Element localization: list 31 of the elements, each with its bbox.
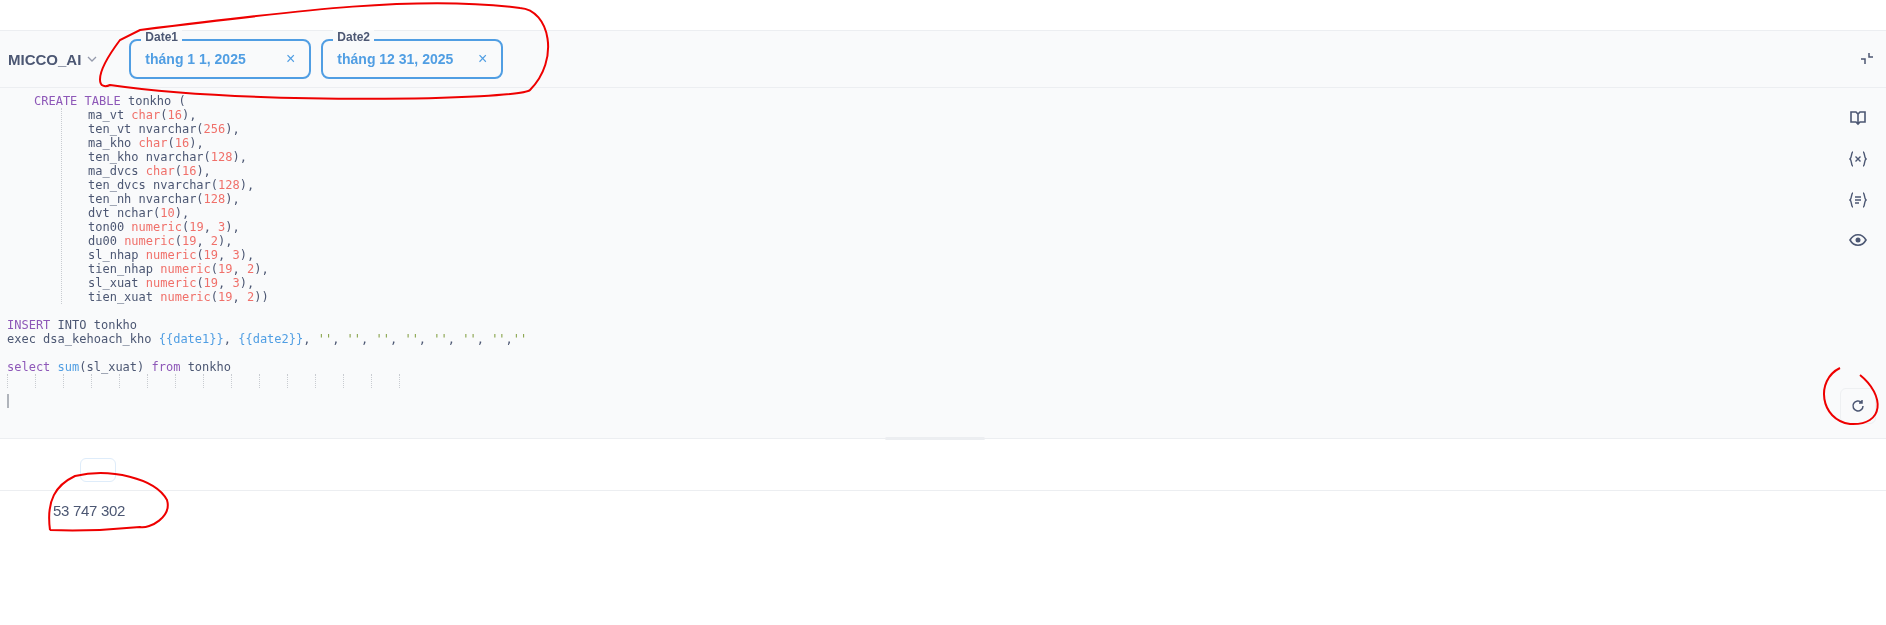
code-line: tien_nhap numeric(19, 2), <box>88 262 270 276</box>
code-line: ten_kho nvarchar(128), <box>88 150 248 164</box>
chevron-down-icon <box>87 56 98 62</box>
refresh-button[interactable] <box>1840 388 1876 424</box>
code-line: INSERT INTO tonkho <box>7 318 139 332</box>
code-line: sl_nhap numeric(19, 3), <box>88 248 256 262</box>
code-line: tien_xuat numeric(19, 2)) <box>88 290 270 304</box>
result-value: 53 747 302 <box>52 501 127 519</box>
code-line: ton00 numeric(19, 3), <box>88 220 241 234</box>
code-line: ten_vt nvarchar(256), <box>88 122 241 136</box>
clear-button[interactable]: × <box>478 50 488 68</box>
code-line: exec dsa_kehoach_kho {{date1}}, {{date2}}, '', '', '', '', '', '', '','' <box>7 332 529 346</box>
code-line: dvt nchar(10), <box>88 206 191 220</box>
field-label: Date1 <box>141 30 183 44</box>
date-value: tháng 1 1, 2025 <box>145 51 246 67</box>
refresh-icon <box>1851 399 1865 413</box>
code-line: ma_dvcs char(16), <box>88 164 212 178</box>
field-label: Date2 <box>333 30 375 44</box>
database-picker[interactable]: MICCO_AI <box>8 50 98 68</box>
code-line: ma_vt char(16), <box>88 108 198 122</box>
toggle-button[interactable] <box>80 457 116 482</box>
text-cursor <box>7 394 9 408</box>
code-line: select sum(sl_xuat) from tonkho <box>7 360 232 374</box>
code-line: ten_nh nvarchar(128), <box>88 192 241 206</box>
code-line: ten_dvcs nvarchar(128), <box>88 178 256 192</box>
code-line: CREATE TABLE tonkho ( <box>34 94 187 108</box>
date-value: tháng 12 31, 2025 <box>337 51 454 67</box>
code-line: sl_xuat numeric(19, 3), <box>88 276 256 290</box>
code-line: ma_kho char(16), <box>88 136 205 150</box>
code-line: du00 numeric(19, 2), <box>88 234 234 248</box>
clear-button[interactable]: × <box>286 50 296 68</box>
